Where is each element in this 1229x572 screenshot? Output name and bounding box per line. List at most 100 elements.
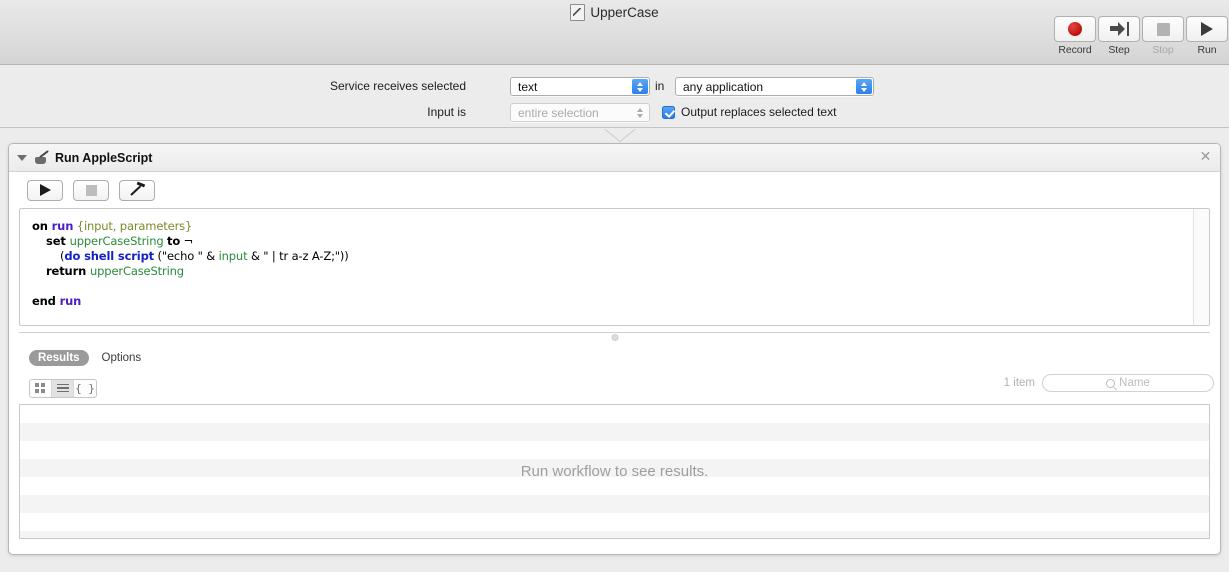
stop-button[interactable]: Stop — [1141, 16, 1185, 56]
search-icon — [1106, 378, 1116, 388]
code-token: on — [32, 219, 52, 233]
code-token: run — [51, 219, 74, 233]
code-line: return upperCaseString — [32, 264, 1209, 279]
automator-window: UpperCase Record Step Stop Run Service r… — [0, 0, 1229, 572]
code-token: to — [167, 234, 181, 248]
chevron-updown-icon — [856, 79, 872, 94]
script-compile-button[interactable] — [119, 179, 155, 201]
results-empty-message: Run workflow to see results. — [520, 463, 709, 480]
run-button[interactable]: Run — [1185, 16, 1229, 56]
splitter-handle[interactable] — [611, 334, 618, 341]
play-icon — [39, 184, 51, 196]
service-receives-value: text — [518, 79, 538, 94]
chevron-updown-icon — [632, 79, 648, 94]
code-token: & " | tr a-z A-Z;")) — [247, 249, 349, 263]
script-run-button[interactable] — [27, 179, 63, 201]
view-mode-segmented-control: { } — [29, 378, 97, 398]
code-token: do shell script — [64, 249, 155, 263]
code-token: return — [46, 264, 90, 278]
applescript-editor[interactable]: on run {input, parameters} set upperCase… — [19, 208, 1210, 326]
code-token: end — [32, 294, 60, 308]
record-icon — [1068, 22, 1082, 36]
code-token: ("echo " & — [154, 249, 219, 263]
service-receives-label: Service receives selected — [329, 79, 466, 93]
close-icon[interactable]: ✕ — [1199, 149, 1212, 163]
input-is-value: entire selection — [518, 105, 599, 120]
document-title: UpperCase — [0, 2, 1229, 22]
stop-square-icon — [85, 184, 97, 196]
tab-options[interactable]: Options — [93, 350, 151, 366]
grid-view-button[interactable] — [30, 379, 52, 397]
record-button-glyph — [1054, 16, 1096, 42]
step-button[interactable]: Step — [1097, 16, 1141, 56]
service-application-value: any application — [683, 79, 764, 94]
service-in-label: in — [655, 79, 665, 93]
input-is-row: Input is entire selection Output replace… — [0, 103, 1229, 123]
step-button-glyph — [1098, 16, 1140, 42]
applescript-icon — [34, 150, 49, 166]
grid-icon — [35, 382, 46, 394]
hammer-icon — [129, 183, 145, 197]
script-stop-button[interactable] — [73, 179, 109, 201]
code-token: ¬ — [180, 234, 194, 248]
action-title: Run AppleScript — [55, 150, 153, 165]
code-line: (do shell script ("echo " & input & " | … — [32, 249, 1209, 264]
output-replaces-label: Output replaces selected text — [681, 105, 837, 119]
results-view-bar: { } 1 item Name — [9, 369, 1220, 402]
code-line: on run {input, parameters} — [32, 219, 1209, 234]
toolbar: Record Step Stop Run — [1053, 16, 1229, 56]
disclosure-triangle-icon[interactable] — [17, 154, 27, 161]
action-header: Run AppleScript ✕ — [9, 144, 1220, 172]
service-receives-select[interactable]: text — [510, 77, 650, 96]
document-title-text: UpperCase — [590, 4, 659, 20]
input-is-label: Input is — [427, 105, 466, 119]
chevron-updown-icon — [632, 105, 648, 120]
code-token: set — [46, 234, 70, 248]
code-view-button[interactable]: { } — [74, 380, 96, 397]
results-list[interactable]: Run workflow to see results. — [19, 404, 1210, 539]
results-tabs: Results Options — [9, 343, 1220, 369]
code-token: ( — [32, 249, 65, 263]
code-token: input — [218, 249, 248, 263]
braces-icon: { } — [75, 381, 95, 395]
step-icon — [1110, 22, 1129, 36]
action-button-bar — [9, 172, 1220, 208]
title-bar: UpperCase Record Step Stop Run — [0, 0, 1229, 65]
automator-document-icon — [570, 3, 586, 21]
stop-button-glyph — [1142, 16, 1184, 42]
editor-scrollbar[interactable] — [1193, 209, 1209, 325]
pane-splitter[interactable] — [19, 332, 1210, 343]
code-line: end run — [32, 294, 1209, 309]
search-placeholder: Name — [1119, 377, 1150, 389]
stop-icon — [1156, 22, 1170, 36]
stop-button-label: Stop — [1152, 44, 1174, 56]
action-run-applescript: Run AppleScript ✕ on run {input, paramet… — [8, 143, 1221, 555]
step-button-label: Step — [1108, 44, 1130, 56]
workflow-canvas: Run AppleScript ✕ on run {input, paramet… — [0, 129, 1229, 572]
service-settings-bar: Service receives selected text in any ap… — [0, 66, 1229, 128]
run-button-label: Run — [1197, 44, 1217, 56]
output-replaces-row[interactable]: Output replaces selected text — [662, 103, 836, 121]
list-icon — [56, 383, 69, 393]
code-token: {input, parameters} — [76, 219, 193, 233]
service-application-select[interactable]: any application — [675, 77, 874, 96]
record-button[interactable]: Record — [1053, 16, 1097, 56]
run-icon — [1201, 22, 1213, 36]
list-view-button[interactable] — [52, 379, 74, 397]
code-token: upperCaseString — [90, 264, 184, 278]
item-count-label: 1 item — [1003, 377, 1035, 389]
tab-results[interactable]: Results — [29, 350, 89, 366]
code-token: run — [59, 294, 82, 308]
applescript-source[interactable]: on run {input, parameters} set upperCase… — [20, 209, 1209, 309]
code-line: set upperCaseString to ¬ — [32, 234, 1209, 249]
record-button-label: Record — [1058, 44, 1092, 56]
input-is-select[interactable]: entire selection — [510, 103, 650, 122]
run-button-glyph — [1186, 16, 1228, 42]
results-search-field[interactable]: Name — [1042, 374, 1214, 392]
service-receives-row: Service receives selected text in any ap… — [0, 77, 1229, 97]
output-replaces-checkbox[interactable] — [662, 105, 675, 119]
settings-pointer-notch — [604, 128, 636, 141]
code-token: upperCaseString — [69, 234, 164, 248]
